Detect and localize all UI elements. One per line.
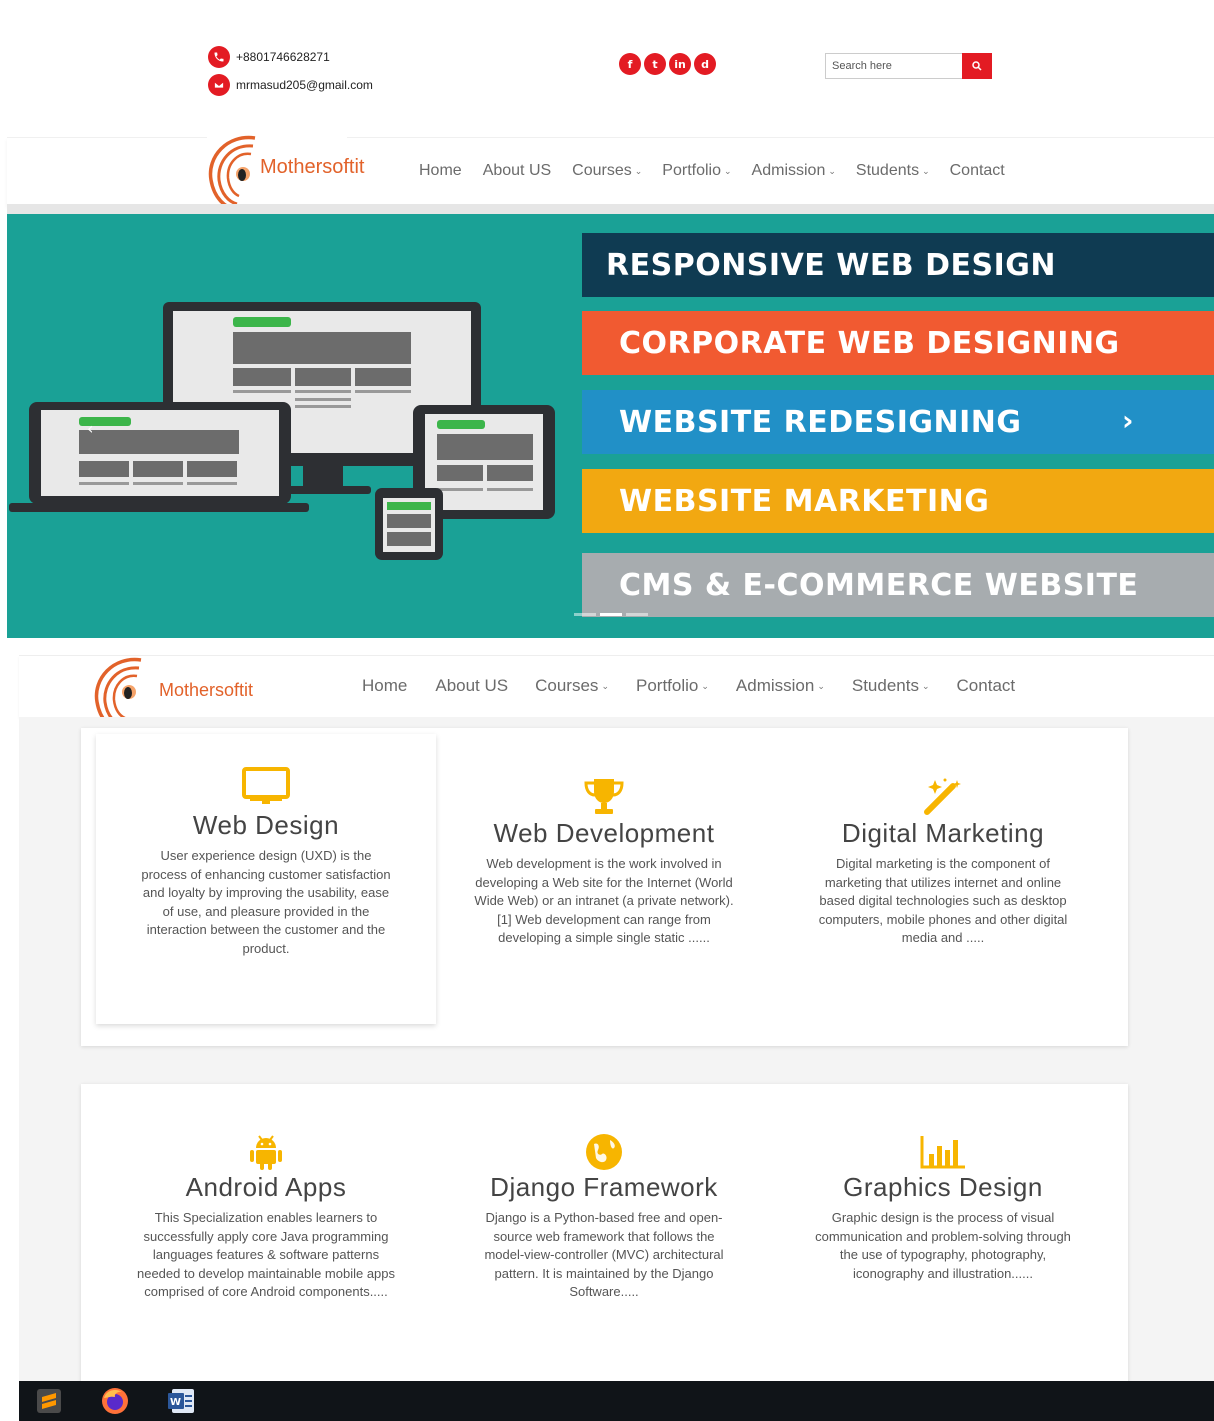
nav-portfolio[interactable]: Portfolio ⌄ — [662, 162, 731, 180]
phone-icon — [208, 46, 230, 68]
search-button[interactable] — [962, 53, 992, 79]
email-address: mrmasud205@gmail.com — [236, 78, 373, 92]
chevron-down-icon: ⌄ — [601, 680, 609, 691]
magic-wand-icon — [813, 776, 1073, 816]
service-android-apps[interactable]: Android Apps This Specialization enables… — [136, 1132, 396, 1302]
android-icon — [136, 1132, 396, 1172]
nav-menu: Home About US Courses ⌄ Portfolio ⌄ Admiss… — [362, 676, 1015, 696]
navbar-divider — [7, 204, 1214, 214]
trophy-icon — [474, 776, 734, 816]
chevron-down-icon: ⌄ — [634, 165, 643, 176]
nav-contact[interactable]: Contact — [950, 162, 1005, 180]
service-django-framework[interactable]: Django Framework Django is a Python-base… — [474, 1132, 734, 1302]
nav-home[interactable]: Home — [419, 162, 462, 180]
service-description: Graphic design is the process of visual … — [815, 1210, 1071, 1281]
phone-contact[interactable]: +8801746628271 — [208, 46, 330, 68]
firefox-icon[interactable] — [89, 1381, 141, 1421]
envelope-icon — [208, 74, 230, 96]
svg-text:W: W — [170, 1397, 181, 1408]
nav-about-us[interactable]: About US — [435, 676, 508, 696]
chevron-down-icon: ⌄ — [921, 680, 930, 691]
nav-contact[interactable]: Contact — [957, 676, 1016, 696]
logo-text: Mothersoftit — [260, 156, 365, 178]
linkedin-icon[interactable]: in — [669, 53, 691, 75]
service-description: User experience design (UXD) is the proc… — [141, 848, 391, 956]
responsive-devices-illustration: ‹ — [9, 302, 555, 560]
dribbble-icon[interactable]: d — [694, 53, 716, 75]
service-title: Web Development — [493, 818, 715, 848]
service-description: Digital marketing is the component of ma… — [818, 856, 1068, 945]
monitor-icon — [136, 766, 396, 806]
banner-website-redesigning: WEBSITE REDESIGNING › — [582, 390, 1214, 454]
nav-menu: Home About US Courses ⌄ Portfolio ⌄ Admiss… — [419, 162, 1005, 180]
email-contact[interactable]: mrmasud205@gmail.com — [208, 74, 373, 96]
service-title: Android Apps — [185, 1172, 347, 1202]
nav-admission[interactable]: Admission ⌄ — [752, 162, 836, 180]
service-web-development[interactable]: Web Development Web development is the w… — [474, 776, 734, 948]
service-description: This Specialization enables learners to … — [136, 1210, 396, 1299]
service-graphics-design[interactable]: Graphics Design Graphic design is the pr… — [813, 1132, 1073, 1283]
nav-about-us[interactable]: About US — [483, 162, 551, 180]
service-title: Graphics Design — [843, 1172, 1043, 1202]
service-title: Digital Marketing — [841, 818, 1045, 848]
service-description: Django is a Python-based free and open-s… — [484, 1210, 724, 1299]
phone-number: +8801746628271 — [236, 50, 330, 64]
service-digital-marketing[interactable]: Digital Marketing Digital marketing is t… — [813, 776, 1073, 948]
site-logo[interactable]: Mothersoftit — [207, 132, 364, 214]
service-web-design[interactable]: Web Design User experience design (UXD) … — [136, 766, 396, 958]
globe-icon — [474, 1132, 734, 1172]
nav-courses[interactable]: Courses ⌄ — [572, 162, 642, 180]
word-icon[interactable]: W — [155, 1381, 207, 1421]
banner-responsive-web-design: RESPONSIVE WEB DESIGN — [582, 233, 1214, 297]
social-links: f t in d — [619, 53, 716, 75]
search-box — [825, 53, 992, 79]
banner-website-marketing: WEBSITE MARKETING — [582, 469, 1214, 533]
logo-text: Mothersoftit — [159, 680, 254, 700]
top-bar: +8801746628271 mrmasud205@gmail.com f t … — [0, 0, 1214, 130]
svg-text:‹: ‹ — [87, 419, 93, 438]
hero-slider: ‹ RESPONSIVE WEB DESIGN CORPORATE WEB DE… — [7, 214, 1214, 638]
service-title: Django Framework — [490, 1172, 718, 1202]
slider-dot[interactable] — [574, 613, 596, 616]
logo-swirl-icon — [208, 135, 256, 212]
chevron-down-icon: ⌄ — [922, 165, 930, 176]
chevron-down-icon: ⌄ — [724, 165, 732, 176]
nav-students[interactable]: Students ⌄ — [856, 162, 930, 180]
search-icon — [972, 61, 982, 71]
slider-next-arrow-icon[interactable]: › — [1122, 404, 1134, 437]
chevron-down-icon: ⌄ — [701, 680, 709, 691]
main-navbar: Mothersoftit Home About US Courses ⌄ Port… — [7, 132, 1214, 214]
slider-dot-active[interactable] — [600, 613, 622, 616]
nav-students[interactable]: Students ⌄ — [852, 676, 930, 696]
os-taskbar: W — [19, 1381, 1214, 1421]
service-description: Web development is the work involved in … — [474, 856, 734, 945]
bar-chart-icon — [813, 1132, 1073, 1172]
chevron-down-icon: ⌄ — [817, 680, 825, 691]
slider-dots — [574, 613, 648, 616]
banner-cms-ecommerce-website: CMS & E-COMMERCE WEBSITE — [582, 553, 1214, 617]
nav-home[interactable]: Home — [362, 676, 407, 696]
sticky-navbar: Mothersoftit Home About US Courses ⌄ Port… — [19, 655, 1214, 734]
chevron-down-icon: ⌄ — [828, 165, 836, 176]
page: +8801746628271 mrmasud205@gmail.com f t … — [0, 0, 1214, 1421]
nav-portfolio[interactable]: Portfolio ⌄ — [636, 676, 709, 696]
sublime-text-icon[interactable] — [23, 1381, 75, 1421]
banner-corporate-web-designing: CORPORATE WEB DESIGNING — [582, 311, 1214, 375]
twitter-icon[interactable]: t — [644, 53, 666, 75]
nav-admission[interactable]: Admission ⌄ — [736, 676, 825, 696]
search-input[interactable] — [825, 53, 962, 79]
slider-dot[interactable] — [626, 613, 648, 616]
service-title: Web Design — [192, 810, 340, 840]
nav-courses[interactable]: Courses ⌄ — [535, 676, 609, 696]
facebook-icon[interactable]: f — [619, 53, 641, 75]
